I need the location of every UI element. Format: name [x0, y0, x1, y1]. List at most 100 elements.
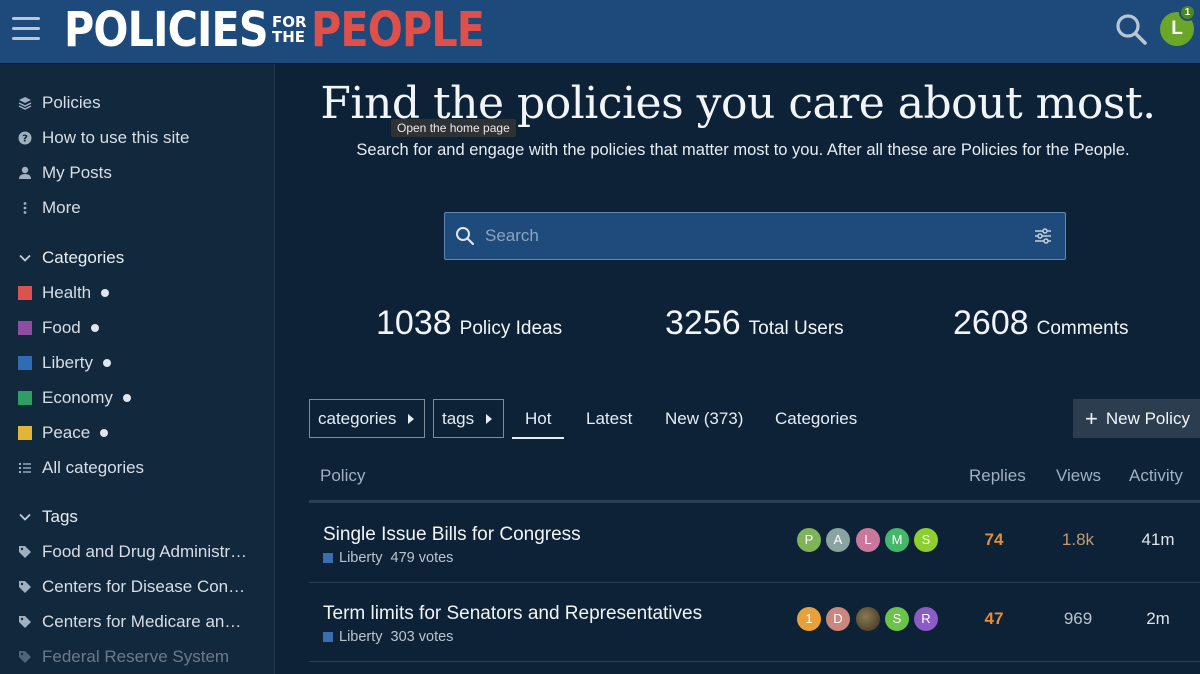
- sidebar-item-policies[interactable]: Policies: [18, 89, 101, 117]
- tag-icon: [19, 651, 31, 663]
- question-icon: ?: [18, 131, 32, 145]
- unread-dot: [100, 429, 109, 437]
- tab-hot[interactable]: Hot: [512, 409, 565, 439]
- search-icon[interactable]: [1114, 12, 1148, 46]
- plus-icon: +: [1085, 405, 1098, 431]
- unread-dot: [90, 324, 99, 332]
- sidebar-item-label: Policies: [42, 93, 101, 112]
- activity-time[interactable]: 2m: [1128, 609, 1188, 629]
- poster-avatar[interactable]: P: [797, 528, 821, 552]
- poster-avatar-photo[interactable]: [856, 607, 880, 631]
- sidebar-item-label: Economy: [42, 388, 113, 407]
- search-bar[interactable]: [444, 212, 1066, 260]
- sidebar-section-tags[interactable]: Tags: [18, 503, 78, 531]
- category-color-swatch: [18, 356, 32, 370]
- poster-avatar[interactable]: S: [914, 528, 938, 552]
- sidebar-section-label: Tags: [42, 507, 78, 526]
- sidebar-item-label: More: [42, 198, 81, 217]
- tag-icon: [19, 581, 31, 593]
- sidebar-section-categories[interactable]: Categories: [18, 244, 124, 272]
- view-count: 969: [1063, 609, 1093, 628]
- tab-latest[interactable]: Latest: [586, 409, 632, 429]
- categories-dropdown[interactable]: categories: [309, 399, 425, 438]
- policy-title-link[interactable]: Single Issue Bills for Congress: [323, 524, 581, 546]
- table-header-divider: [309, 500, 1200, 503]
- sidebar-category-health[interactable]: Health: [18, 279, 110, 307]
- logo-part-the: THE: [272, 28, 306, 46]
- stat-total-users: 3256 Total Users: [665, 304, 844, 343]
- site-header: POLICIES FOR THE PEOPLE L 1: [0, 0, 1200, 64]
- activity-time[interactable]: 41m: [1128, 530, 1188, 550]
- policy-title-link[interactable]: Term limits for Senators and Representat…: [323, 603, 702, 625]
- new-policy-label: New Policy: [1105, 408, 1190, 428]
- sidebar-item-label: Centers for Disease Control: [42, 577, 248, 596]
- poster-avatar[interactable]: S: [885, 607, 909, 631]
- sidebar: Policies ? How to use this site My Posts…: [0, 64, 275, 674]
- site-logo[interactable]: POLICIES FOR THE PEOPLE: [64, 4, 512, 56]
- hero-subtitle: Search for and engage with the policies …: [356, 141, 1130, 159]
- column-header-replies[interactable]: Replies: [969, 466, 1026, 486]
- tab-categories[interactable]: Categories: [775, 409, 857, 429]
- column-header-views[interactable]: Views: [1056, 466, 1101, 486]
- stat-value: 1038: [376, 304, 452, 342]
- sidebar-item-label: Peace: [42, 423, 91, 442]
- category-color-swatch: [18, 426, 32, 440]
- search-input[interactable]: [485, 226, 1033, 246]
- poster-avatar[interactable]: L: [856, 528, 880, 552]
- sidebar-item-more[interactable]: More: [18, 194, 81, 222]
- filter-sliders-icon[interactable]: [1033, 226, 1053, 246]
- hamburger-menu-icon[interactable]: [12, 17, 40, 43]
- poster-avatar[interactable]: R: [914, 607, 938, 631]
- sidebar-tag-cdc[interactable]: Centers for Disease Control: [18, 573, 248, 601]
- category-color-swatch: [18, 286, 32, 300]
- poster-avatar[interactable]: M: [885, 528, 909, 552]
- column-header-policy[interactable]: Policy: [320, 466, 365, 486]
- sidebar-item-label: Food and Drug Administration: [42, 542, 248, 561]
- category-color-swatch: [18, 391, 32, 405]
- poster-avatar[interactable]: 1: [797, 607, 821, 631]
- chevron-down-icon: [19, 513, 31, 521]
- dropdown-label: categories: [318, 408, 397, 428]
- vertical-ellipsis-icon: [23, 202, 27, 214]
- policy-category-link[interactable]: Liberty: [339, 629, 383, 645]
- reply-count: 47: [984, 609, 1004, 628]
- list-icon: [19, 463, 31, 473]
- category-color-swatch: [18, 321, 32, 335]
- tab-new[interactable]: New (373): [665, 409, 743, 429]
- sidebar-item-label: Food: [42, 318, 81, 337]
- sidebar-item-my-posts[interactable]: My Posts: [18, 159, 112, 187]
- poster-avatar[interactable]: A: [826, 528, 850, 552]
- svg-text:?: ?: [22, 134, 28, 145]
- sidebar-tag-fda[interactable]: Food and Drug Administration: [18, 538, 248, 566]
- category-color-swatch: [323, 632, 333, 642]
- unread-dot: [122, 394, 131, 402]
- tooltip: Open the home page: [391, 119, 516, 137]
- column-header-activity[interactable]: Activity: [1129, 466, 1183, 486]
- sidebar-item-label: All categories: [42, 458, 145, 477]
- poster-avatar[interactable]: D: [826, 607, 850, 631]
- new-policy-button[interactable]: + New Policy: [1073, 399, 1200, 438]
- tags-dropdown[interactable]: tags: [433, 399, 504, 438]
- sidebar-tag-cms[interactable]: Centers for Medicare and Medicaid: [18, 608, 248, 636]
- sidebar-category-food[interactable]: Food: [18, 314, 99, 342]
- sidebar-category-economy[interactable]: Economy: [18, 384, 131, 412]
- sidebar-category-liberty[interactable]: Liberty: [18, 349, 112, 377]
- stat-label: Comments: [1036, 318, 1129, 339]
- sidebar-item-how-to-use[interactable]: ? How to use this site: [18, 124, 189, 152]
- tag-icon: [19, 546, 31, 558]
- stat-policy-ideas: 1038 Policy Ideas: [376, 304, 562, 343]
- sidebar-tag-federal-reserve[interactable]: Federal Reserve System: [18, 643, 248, 671]
- sidebar-item-label: How to use this site: [42, 128, 190, 147]
- notification-badge[interactable]: 1: [1179, 4, 1196, 21]
- policy-category-link[interactable]: Liberty: [339, 550, 383, 566]
- sidebar-section-label: Categories: [42, 248, 125, 267]
- reply-count: 74: [984, 530, 1004, 549]
- sidebar-item-all-categories[interactable]: All categories: [18, 454, 144, 482]
- sidebar-category-peace[interactable]: Peace: [18, 419, 109, 447]
- policy-meta: Liberty 479 votes: [323, 550, 453, 566]
- caret-right-icon: [486, 413, 493, 424]
- unread-dot: [101, 289, 110, 297]
- sidebar-item-label: Health: [42, 283, 92, 302]
- sidebar-item-label: Federal Reserve System: [42, 647, 230, 666]
- stat-value: 3256: [665, 304, 741, 342]
